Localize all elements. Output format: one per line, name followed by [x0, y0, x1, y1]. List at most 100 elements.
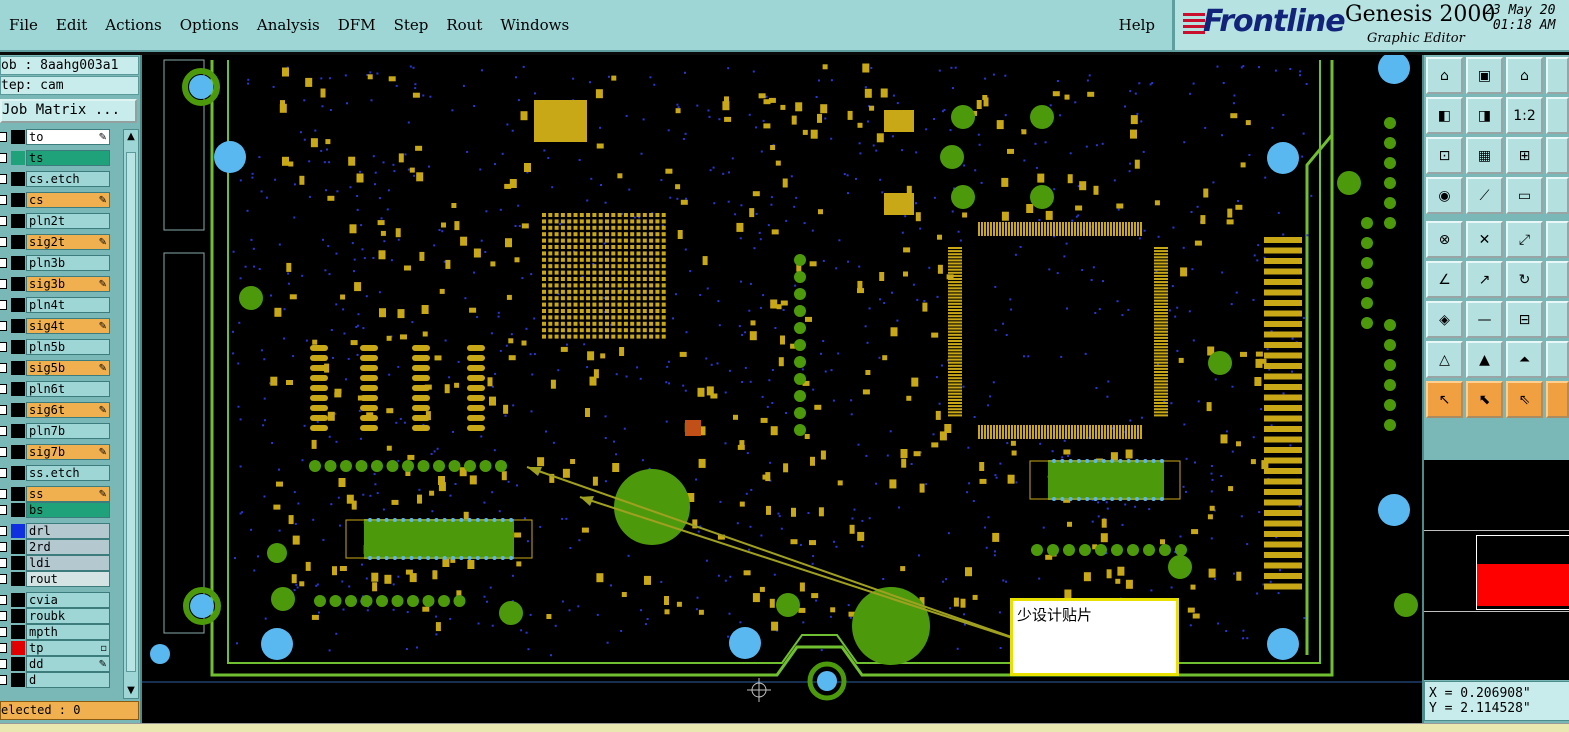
layer-checkbox[interactable] [0, 363, 7, 373]
tool-measure-button[interactable]: ⊡ [1426, 137, 1463, 174]
layer-name[interactable]: mpth [26, 624, 110, 640]
tool-partial-button[interactable] [1546, 57, 1569, 94]
graphic-canvas[interactable]: 少设计贴片 [142, 55, 1422, 723]
scroll-down-icon[interactable]: ▼ [125, 685, 137, 697]
tool-zoom-in-page-button[interactable]: ▣ [1466, 57, 1503, 94]
tool-triangle-a-button[interactable]: △ [1426, 341, 1463, 378]
layer-name[interactable]: sig3b ✎ [26, 276, 110, 292]
layer-name[interactable]: ss.etch [26, 465, 110, 481]
tool-cross-button[interactable]: ✕ [1466, 221, 1503, 258]
layer-checkbox[interactable] [0, 195, 7, 205]
layer-color-swatch[interactable] [11, 382, 25, 396]
tool-pointer-c-button[interactable]: ⇖ [1506, 381, 1543, 418]
layer-row[interactable]: sig3b ✎ [0, 276, 112, 292]
layer-name[interactable]: roubk [26, 608, 110, 624]
layer-color-swatch[interactable] [11, 256, 25, 270]
scroll-up-icon[interactable]: ▲ [125, 131, 137, 143]
layer-checkbox[interactable] [0, 174, 7, 184]
tool-partial-button[interactable] [1546, 261, 1569, 298]
layer-checkbox[interactable] [0, 574, 7, 584]
layer-name[interactable]: pln7b [26, 423, 110, 439]
tool-angle-button[interactable]: ∠ [1426, 261, 1463, 298]
layer-scrollbar[interactable]: ▲ ▼ [123, 129, 139, 699]
layer-name[interactable]: sig5b ✎ [26, 360, 110, 376]
layer-name[interactable]: d [26, 672, 110, 688]
layer-color-swatch[interactable] [11, 214, 25, 228]
layer-row[interactable]: rout [0, 571, 112, 587]
layer-row[interactable]: roubk [0, 608, 112, 624]
layer-color-swatch[interactable] [11, 487, 25, 501]
layer-color-swatch[interactable] [11, 130, 25, 144]
layer-checkbox[interactable] [0, 216, 7, 226]
layer-color-swatch[interactable] [11, 540, 25, 554]
tool-ruler-button[interactable]: ▭ [1506, 177, 1543, 214]
layer-name[interactable]: pln4t [26, 297, 110, 313]
layer-color-swatch[interactable] [11, 625, 25, 639]
tool-layer-toggle-button[interactable]: ▦ [1466, 137, 1503, 174]
layer-name[interactable]: rout [26, 571, 110, 587]
layer-color-swatch[interactable] [11, 193, 25, 207]
layer-row[interactable]: sig2t ✎ [0, 234, 112, 250]
menu-actions[interactable]: Actions [96, 16, 170, 34]
layer-name[interactable]: pln3b [26, 255, 110, 271]
layer-row[interactable]: pln7b [0, 423, 112, 439]
layer-name[interactable]: pln6t [26, 381, 110, 397]
layer-color-swatch[interactable] [11, 361, 25, 375]
layer-checkbox[interactable] [0, 468, 7, 478]
layer-name[interactable]: sig2t ✎ [26, 234, 110, 250]
tool-split-button[interactable]: — [1466, 301, 1503, 338]
tool-net-button[interactable]: ⊗ [1426, 221, 1463, 258]
layer-checkbox[interactable] [0, 405, 7, 415]
tool-line-button[interactable]: ⟋ [1466, 177, 1503, 214]
layer-color-swatch[interactable] [11, 524, 25, 538]
menu-edit[interactable]: Edit [47, 16, 96, 34]
layer-row[interactable]: pln3b [0, 255, 112, 271]
layer-name[interactable]: 2rd [26, 539, 110, 555]
layer-name[interactable]: ldi [26, 555, 110, 571]
layer-color-swatch[interactable] [11, 319, 25, 333]
layer-row[interactable]: tp ▫ [0, 640, 112, 656]
layer-name[interactable]: pln5b [26, 339, 110, 355]
tool-connect-button[interactable]: ⤢ [1506, 221, 1543, 258]
menu-file[interactable]: File [0, 16, 47, 34]
menu-analysis[interactable]: Analysis [248, 16, 329, 34]
layer-name[interactable]: sig6t ✎ [26, 402, 110, 418]
scroll-thumb[interactable] [126, 152, 136, 672]
tool-select-button[interactable]: ◉ [1426, 177, 1463, 214]
layer-row[interactable]: pln6t [0, 381, 112, 397]
layer-checkbox[interactable] [0, 542, 7, 552]
layer-row[interactable]: sig4t ✎ [0, 318, 112, 334]
layer-row[interactable]: bs [0, 502, 112, 518]
layer-checkbox[interactable] [0, 132, 7, 142]
layer-name[interactable]: cs ✎ [26, 192, 110, 208]
tool-partial-button[interactable] [1546, 341, 1569, 378]
tool-triangle-c-button[interactable]: ⏶ [1506, 341, 1543, 378]
tool-partial-button[interactable] [1546, 381, 1569, 418]
layer-checkbox[interactable] [0, 505, 7, 515]
layer-row[interactable]: drl [0, 523, 112, 539]
layer-color-swatch[interactable] [11, 340, 25, 354]
layer-row[interactable]: mpth [0, 624, 112, 640]
tool-pointer-b-button[interactable]: ⬉ [1466, 381, 1503, 418]
layer-color-swatch[interactable] [11, 424, 25, 438]
layer-row[interactable]: ts [0, 150, 112, 166]
tool-node-button[interactable]: ◈ [1426, 301, 1463, 338]
layer-name[interactable]: bs [26, 502, 110, 518]
layer-row[interactable]: cvia [0, 592, 112, 608]
layer-color-swatch[interactable] [11, 657, 25, 671]
layer-row[interactable]: sig5b ✎ [0, 360, 112, 376]
layer-checkbox[interactable] [0, 321, 7, 331]
layer-checkbox[interactable] [0, 426, 7, 436]
tool-align-button[interactable]: ⊟ [1506, 301, 1543, 338]
layer-row[interactable]: pln2t [0, 213, 112, 229]
layer-color-swatch[interactable] [11, 572, 25, 586]
layer-name[interactable]: ss ✎ [26, 486, 110, 502]
layer-checkbox[interactable] [0, 342, 7, 352]
annotation-note[interactable]: 少设计贴片 [1010, 598, 1179, 676]
tool-partial-button[interactable] [1546, 301, 1569, 338]
layer-color-swatch[interactable] [11, 609, 25, 623]
tool-zoom-home-button[interactable]: ⌂ [1426, 57, 1463, 94]
layer-row[interactable]: to ✎ [0, 129, 112, 145]
menu-help[interactable]: Help [1110, 16, 1164, 34]
layer-color-swatch[interactable] [11, 641, 25, 655]
